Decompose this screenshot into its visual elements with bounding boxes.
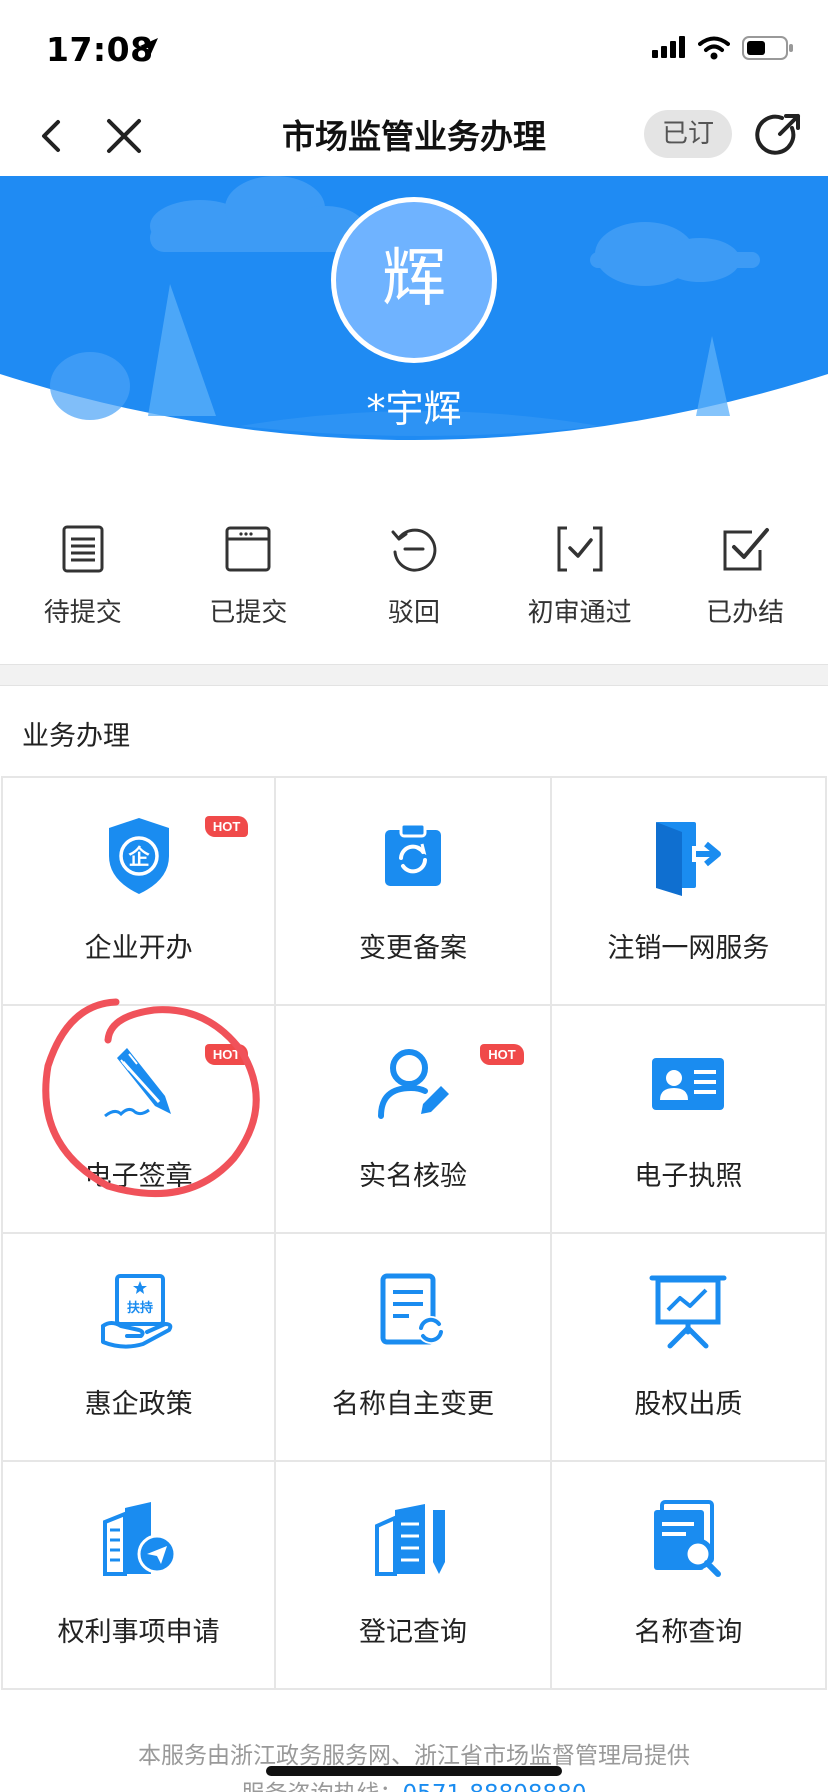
bracket-check-icon (557, 526, 603, 572)
doc-search-icon (654, 1500, 722, 1577)
doc-refresh-icon (380, 1273, 445, 1345)
status-tab-pending[interactable]: 待提交 (0, 500, 166, 664)
clipboard-refresh-icon (384, 822, 441, 886)
pen-sign-icon (103, 1048, 171, 1118)
service-label: 注销一网服务 (607, 933, 770, 964)
window-icon (225, 526, 271, 572)
status-tab-rejected[interactable]: 驳回 (331, 500, 497, 664)
exit-door-icon (656, 822, 722, 896)
service-name-change[interactable]: 名称自主变更 (276, 1234, 552, 1462)
status-tab-label: 已办结 (706, 598, 785, 628)
service-label: 电子签章 (84, 1161, 193, 1192)
presentation-chart-icon (649, 1275, 727, 1349)
service-e-license[interactable]: 电子执照 (551, 1006, 827, 1234)
application-status-tabs: 待提交 已提交 驳回 初审通过 已办结 (0, 500, 828, 664)
status-tab-label: 驳回 (387, 598, 440, 628)
service-deregistration[interactable]: 注销一网服务 (551, 778, 827, 1006)
status-tab-approved[interactable]: 初审通过 (497, 500, 663, 664)
footer-provider-text: 本服务由浙江政务服务网、浙江省市场监督管理局提供 (138, 1743, 690, 1769)
service-label: 股权出质 (634, 1389, 743, 1420)
hotline-link[interactable]: 0571-88808880 (403, 1781, 587, 1792)
hot-badge: HOT (204, 1044, 249, 1065)
service-e-signature[interactable]: HOT 电子签章 (1, 1006, 277, 1234)
section-divider (0, 664, 828, 686)
footer-hotline-row: 服务咨询热线：0571-88808880 (0, 1774, 828, 1792)
service-label: 名称查询 (634, 1617, 743, 1648)
status-tab-completed[interactable]: 已办结 (662, 500, 828, 664)
footer-hotline-label: 服务咨询热线： (242, 1781, 403, 1792)
service-registration-query[interactable]: 登记查询 (276, 1462, 552, 1690)
hot-badge: HOT (204, 816, 249, 837)
hot-badge: HOT (480, 1044, 524, 1065)
status-tab-label: 已提交 (209, 598, 288, 628)
building-pen-icon (374, 1504, 445, 1576)
wifi-icon (698, 36, 730, 60)
location-arrow-icon (140, 38, 158, 56)
service-enterprise-policy[interactable]: 扶持 惠企政策 (1, 1234, 277, 1462)
service-label: 登记查询 (358, 1617, 467, 1648)
service-enterprise-setup[interactable]: 企 HOT 企业开办 (1, 778, 277, 1006)
service-change-filing[interactable]: 变更备案 (276, 778, 552, 1006)
cellular-signal-icon (652, 36, 685, 58)
user-name: *宇辉 (366, 387, 462, 431)
policy-badge-text: 扶持 (127, 1300, 153, 1316)
service-label: 企业开办 (84, 933, 193, 964)
service-name-query[interactable]: 名称查询 (551, 1462, 827, 1690)
profile-banner: 辉 *宇辉 (0, 176, 828, 486)
status-tab-label: 待提交 (43, 598, 122, 628)
id-card-icon (652, 1058, 725, 1110)
svg-text:企: 企 (127, 845, 150, 869)
undo-circle-icon (391, 528, 437, 572)
status-bar: 17:08 (0, 0, 828, 96)
service-label: 权利事项申请 (57, 1617, 220, 1648)
battery-icon (742, 36, 793, 60)
service-real-name-verify[interactable]: HOT 实名核验 (276, 1006, 552, 1234)
service-label: 惠企政策 (84, 1389, 193, 1420)
subscribed-button[interactable]: 已订 (644, 110, 732, 158)
service-grid: 企 HOT 企业开办 变更备案 注销一网服务 HOT 电子签章 HOT 实名核验… (1, 776, 827, 1690)
avatar[interactable]: 辉 (331, 197, 497, 363)
home-indicator[interactable] (266, 1766, 562, 1776)
building-send-icon (102, 1502, 177, 1576)
user-edit-icon (377, 1049, 449, 1119)
share-icon[interactable] (752, 108, 808, 164)
list-doc-icon (62, 525, 104, 573)
service-label: 电子执照 (634, 1161, 743, 1192)
nav-bar: 市场监管业务办理 已订 (0, 96, 828, 176)
status-tab-label: 初审通过 (527, 598, 632, 628)
support-hand-icon: 扶持 (100, 1274, 172, 1349)
section-title: 业务办理 (22, 721, 130, 752)
service-label: 变更备案 (358, 933, 467, 964)
enterprise-shield-icon: 企 (108, 818, 169, 894)
service-rights-application[interactable]: 权利事项申请 (1, 1462, 277, 1690)
status-tab-submitted[interactable]: 已提交 (166, 500, 332, 664)
service-equity-pledge[interactable]: 股权出质 (551, 1234, 827, 1462)
checkbox-icon (723, 528, 770, 571)
service-label: 名称自主变更 (331, 1389, 494, 1420)
service-label: 实名核验 (358, 1161, 467, 1192)
